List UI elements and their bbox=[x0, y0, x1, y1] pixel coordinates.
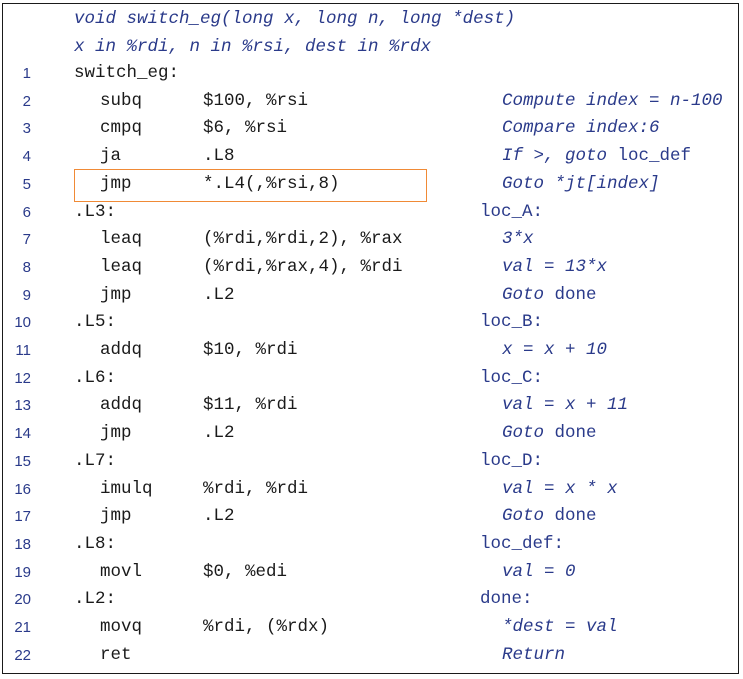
line-number: 8 bbox=[22, 258, 31, 276]
highlight-box-line-5 bbox=[74, 169, 427, 202]
asm-instruction: imulq bbox=[100, 478, 153, 499]
asm-instruction: jmp bbox=[100, 423, 132, 444]
asm-instruction: leaq bbox=[100, 229, 143, 250]
asm-operands: $6, %rsi bbox=[203, 118, 288, 139]
asm-instruction: .L3: bbox=[74, 201, 117, 222]
line-number: 13 bbox=[14, 397, 31, 415]
line-number: 15 bbox=[14, 452, 31, 470]
asm-instruction: addq bbox=[100, 340, 143, 360]
line-number: 5 bbox=[22, 175, 31, 193]
line-number: 10 bbox=[14, 314, 31, 332]
asm-operands: .L2 bbox=[203, 506, 235, 527]
line-number: 12 bbox=[14, 369, 31, 387]
asm-instruction: .L2: bbox=[74, 589, 117, 610]
line-number: 17 bbox=[14, 508, 31, 526]
line-number: 14 bbox=[14, 425, 31, 443]
line-number: 9 bbox=[22, 286, 31, 304]
asm-comment: x = x + 10 bbox=[502, 340, 608, 360]
asm-comment: done: bbox=[480, 589, 533, 610]
asm-comment: Goto *jt[index] bbox=[502, 173, 660, 194]
function-signature-line: x in %rdi, n in %rsi, dest in %rdx bbox=[74, 36, 432, 57]
asm-instruction: leaq bbox=[100, 256, 143, 277]
asm-comment: Compute index = n-100 bbox=[502, 90, 723, 111]
asm-operands: $100, %rsi bbox=[203, 90, 309, 111]
line-number: 11 bbox=[15, 342, 31, 359]
asm-instruction: .L7: bbox=[74, 450, 117, 471]
asm-operands: $11, %rdi bbox=[203, 395, 298, 416]
asm-comment: Compare index:6 bbox=[502, 118, 660, 139]
asm-instruction: movl bbox=[100, 561, 143, 582]
asm-operands: .L8 bbox=[203, 146, 235, 167]
line-number: 16 bbox=[14, 480, 31, 498]
line-number: 6 bbox=[22, 203, 31, 221]
asm-instruction: .L8: bbox=[74, 533, 117, 554]
asm-instruction: movq bbox=[100, 617, 143, 637]
asm-comment: loc_C: bbox=[480, 367, 544, 388]
asm-instruction: .L6: bbox=[74, 367, 117, 388]
line-number: 2 bbox=[22, 92, 31, 110]
asm-comment: Return bbox=[502, 644, 566, 665]
asm-comment: loc_B: bbox=[480, 312, 544, 333]
line-number: 20 bbox=[14, 591, 31, 609]
asm-instruction: ja bbox=[100, 146, 122, 167]
asm-instruction: switch_eg: bbox=[74, 63, 180, 83]
asm-instruction: addq bbox=[100, 395, 143, 416]
asm-operands: .L2 bbox=[203, 423, 235, 444]
asm-comment: Goto done bbox=[502, 284, 597, 305]
asm-comment: val = 13*x bbox=[502, 256, 608, 277]
asm-operands: $10, %rdi bbox=[203, 340, 298, 360]
line-number: 18 bbox=[14, 535, 31, 553]
asm-comment: val = x * x bbox=[502, 478, 618, 499]
asm-instruction: ret bbox=[100, 644, 132, 665]
asm-comment: Goto done bbox=[502, 506, 597, 527]
asm-instruction: .L5: bbox=[74, 312, 117, 333]
asm-comment: loc_A: bbox=[480, 201, 544, 222]
asm-instruction: subq bbox=[100, 90, 143, 111]
asm-comment: *dest = val bbox=[502, 617, 618, 637]
asm-comment: Goto done bbox=[502, 423, 597, 444]
asm-operands: $0, %edi bbox=[203, 561, 288, 582]
asm-operands: (%rdi,%rax,4), %rdi bbox=[203, 256, 403, 277]
line-number: 4 bbox=[22, 148, 31, 166]
asm-operands: (%rdi,%rdi,2), %rax bbox=[203, 229, 403, 250]
asm-instruction: jmp bbox=[100, 506, 132, 527]
asm-instruction: jmp bbox=[100, 284, 132, 305]
function-signature-line: void switch_eg(long x, long n, long *des… bbox=[74, 9, 516, 29]
asm-comment: val = 0 bbox=[502, 561, 576, 582]
asm-instruction: cmpq bbox=[100, 118, 143, 139]
asm-comment: loc_def: bbox=[480, 533, 565, 554]
asm-comment: loc_D: bbox=[480, 450, 544, 471]
asm-operands: .L2 bbox=[203, 284, 235, 305]
asm-comment: 3*x bbox=[502, 229, 534, 250]
asm-operands: %rdi, %rdi bbox=[203, 478, 309, 499]
asm-operands: %rdi, (%rdx) bbox=[203, 617, 330, 637]
line-number: 19 bbox=[14, 563, 31, 581]
asm-comment: val = x + 11 bbox=[502, 395, 629, 416]
line-number: 7 bbox=[22, 231, 31, 249]
line-number: 1 bbox=[22, 65, 31, 82]
line-number: 22 bbox=[14, 646, 31, 664]
asm-comment: If >, goto loc_def bbox=[502, 146, 692, 167]
line-number: 21 bbox=[14, 619, 31, 636]
line-number: 3 bbox=[22, 120, 31, 138]
